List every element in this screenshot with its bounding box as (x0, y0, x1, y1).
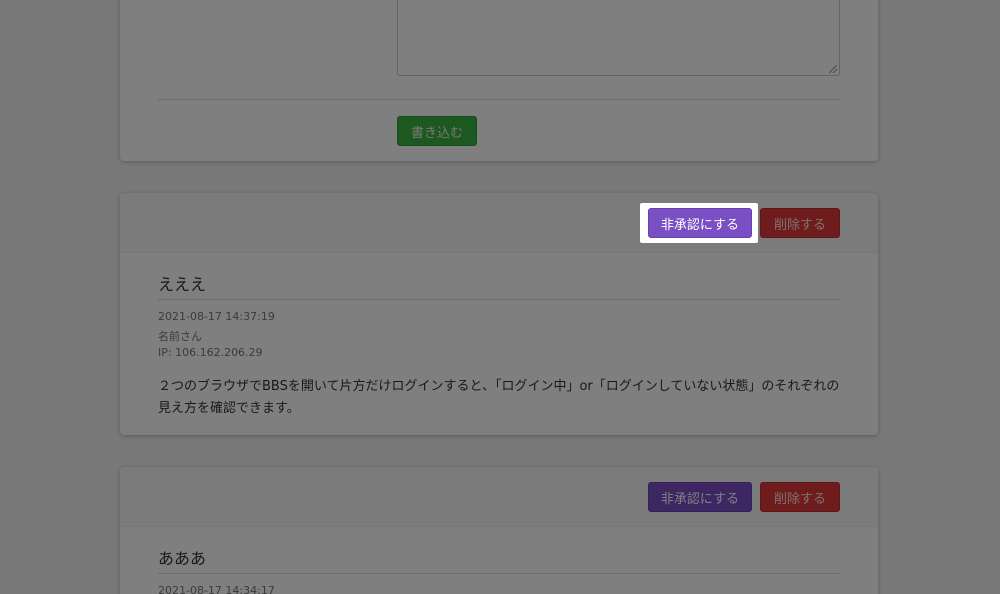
page: 書き込む 削除する えええ 2021-08-17 14:37:19 名前さん I… (0, 0, 1000, 594)
unapprove-button-highlighted[interactable]: 非承認にする (648, 208, 752, 238)
dim-overlay (0, 0, 1000, 594)
